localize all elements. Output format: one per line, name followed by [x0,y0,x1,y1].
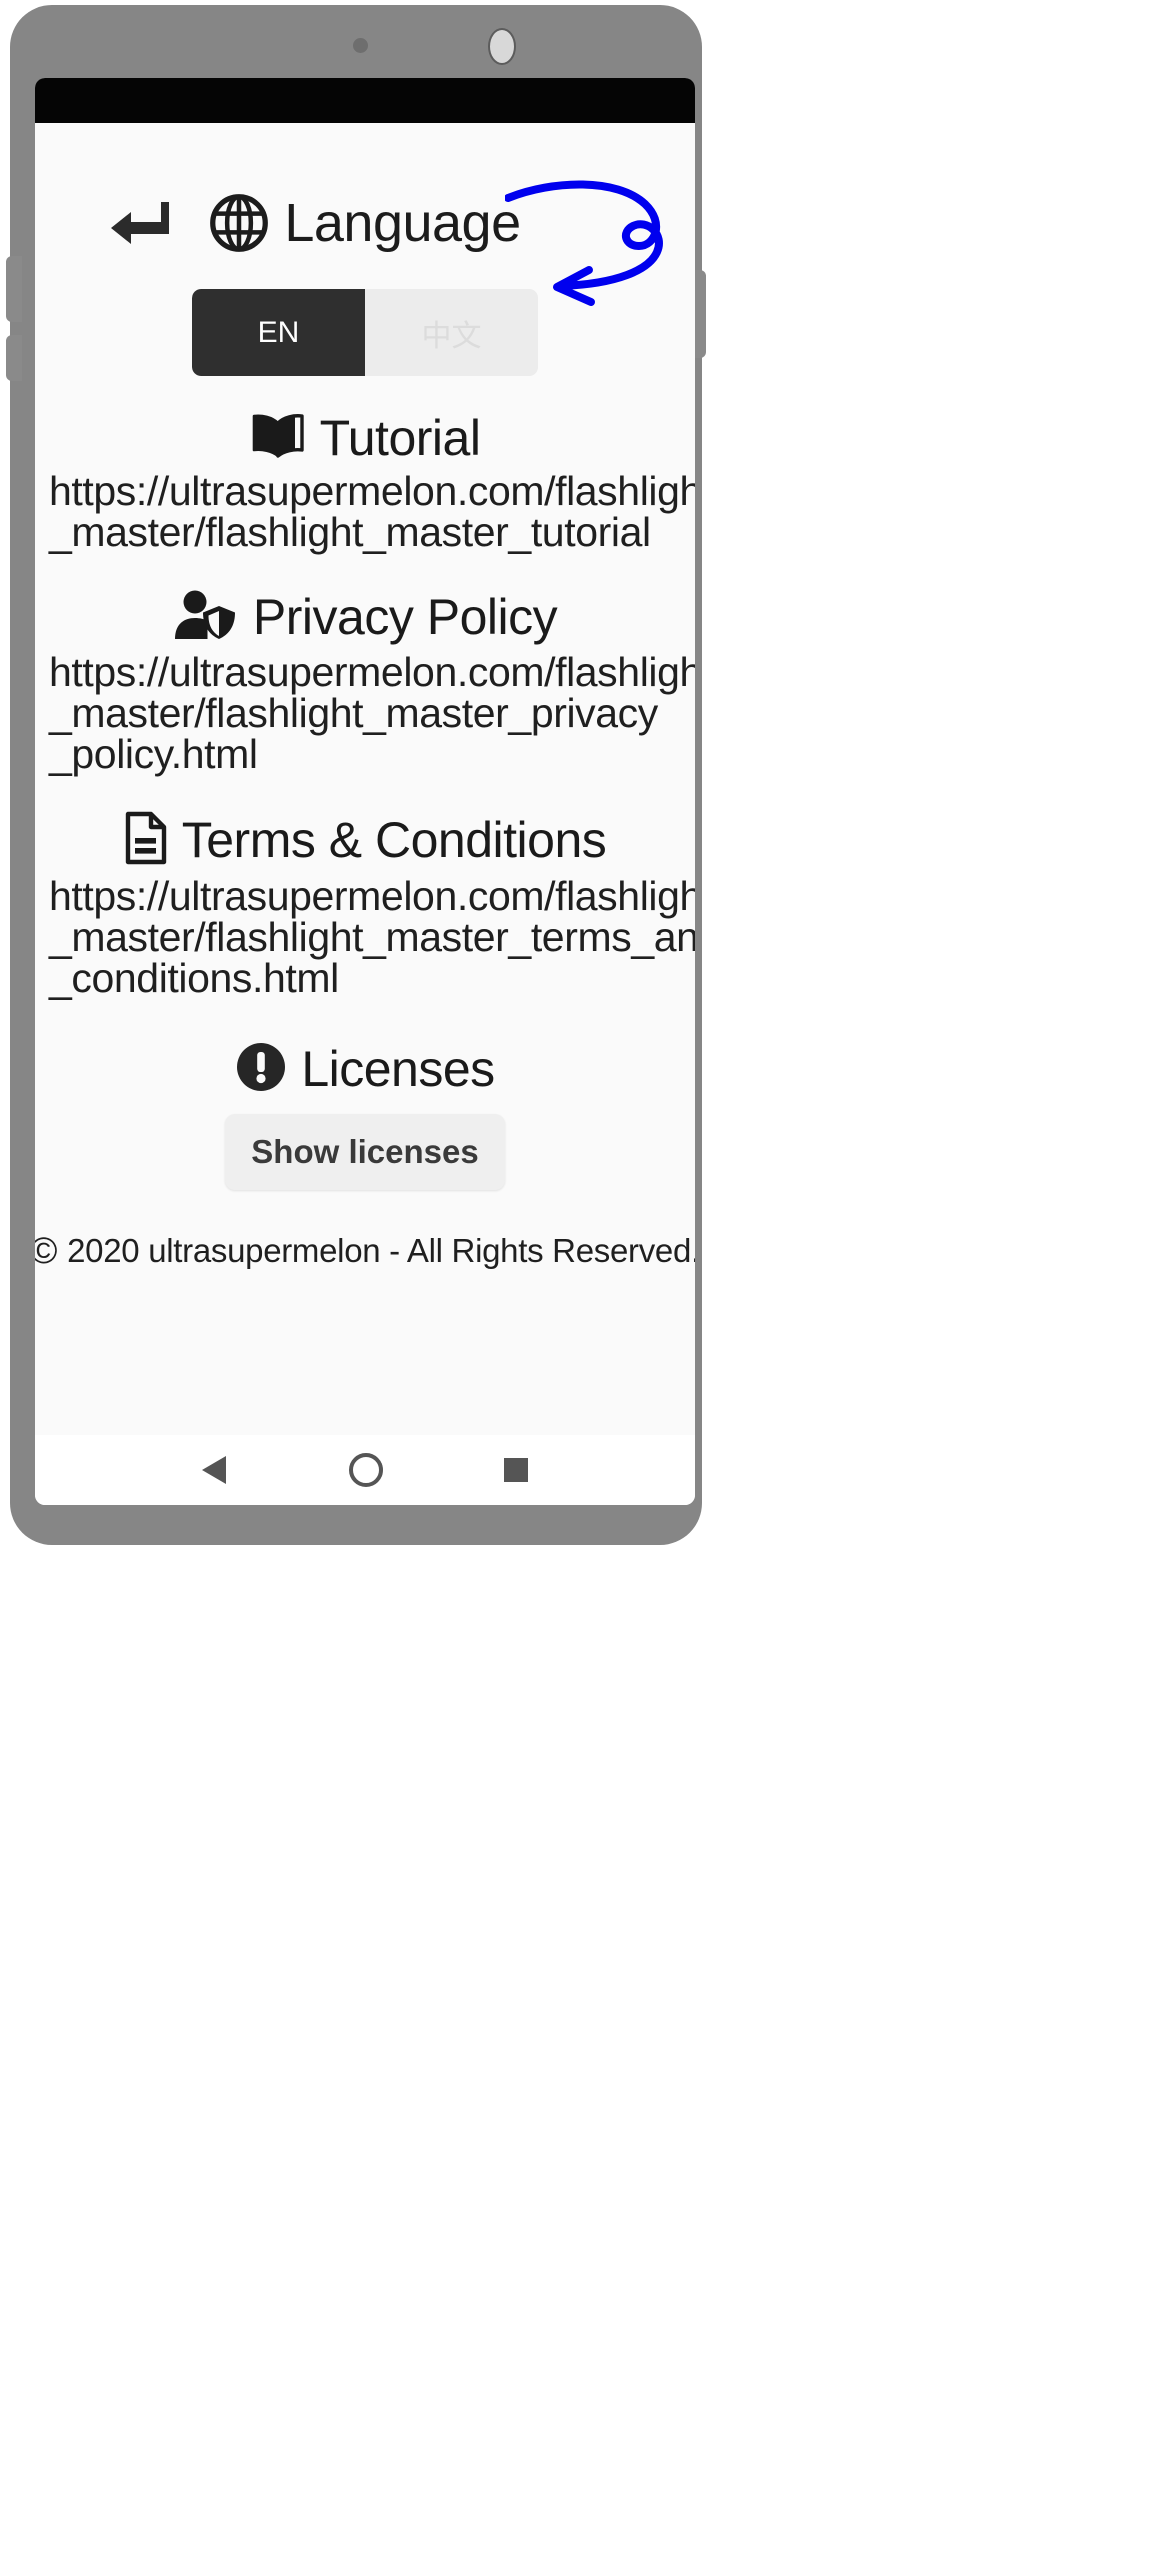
page-title: Language [284,193,521,253]
url-line: _master/flashlight_master_tutorial [49,508,651,555]
section-terms-conditions: Terms & Conditions https://ultrasupermel… [35,811,695,999]
language-option-zh-label: 中文 [421,319,482,353]
url-line: https://ultrasupermelon.com/flashlight [49,872,695,919]
url-line: _conditions.html [49,954,339,1001]
section-tutorial-title: Tutorial [319,410,481,466]
app-header: Language [35,181,695,265]
language-option-zh[interactable]: 中文 [365,289,538,376]
document-icon [124,811,168,870]
triangle-back-icon[interactable] [200,1454,230,1486]
url-line: _master/flashlight_master_privacy [49,689,658,736]
section-privacy-policy-header: Privacy Policy [35,589,695,646]
back-arrow-icon[interactable] [105,187,177,253]
proximity-sensor [353,38,368,53]
app-content: Language EN 中文 Tutorial https://ultrasup… [35,123,695,1435]
globe-icon [209,193,269,253]
volume-up-button[interactable] [6,256,22,322]
section-licenses-header: Licenses [35,1041,695,1098]
section-privacy-policy: Privacy Policy https://ultrasupermelon.c… [35,589,695,775]
android-nav-bar [35,1435,695,1505]
exclamation-circle-icon [235,1041,287,1098]
language-toggle[interactable]: EN 中文 [192,289,538,376]
front-camera [488,28,516,65]
show-licenses-button[interactable]: Show licenses [225,1113,505,1190]
language-option-en[interactable]: EN [192,289,365,376]
section-terms-conditions-header: Terms & Conditions [35,811,695,870]
section-tutorial-header: Tutorial [35,412,695,465]
status-bar [35,78,695,123]
square-recents-icon[interactable] [502,1456,530,1484]
screenshot-root: Language EN 中文 Tutorial https://ultrasup… [0,0,1150,2564]
language-option-en-label: EN [257,315,300,349]
url-line: https://ultrasupermelon.com/flashlight [49,648,695,695]
section-licenses-title: Licenses [301,1040,495,1097]
section-terms-conditions-url[interactable]: https://ultrasupermelon.com/flashlight _… [49,872,695,1001]
copyright-symbol: © [35,1230,58,1271]
section-licenses: Licenses Show licenses [35,1041,695,1190]
copyright-text: 2020 ultrasupermelon - All Rights Reserv… [67,1231,695,1269]
section-privacy-policy-url[interactable]: https://ultrasupermelon.com/flashlight _… [49,648,695,777]
section-privacy-policy-title: Privacy Policy [252,588,558,645]
url-line: _master/flashlight_master_terms_and [49,913,695,960]
section-terms-conditions-title: Terms & Conditions [181,811,607,868]
person-shield-icon [173,589,239,646]
show-licenses-row: Show licenses [35,1113,695,1190]
copyright-line: © 2020 ultrasupermelon - All Rights Rese… [35,1232,695,1270]
open-book-icon [250,413,306,464]
url-line: https://ultrasupermelon.com/flashlight [49,467,695,514]
section-tutorial: Tutorial https://ultrasupermelon.com/fla… [35,412,695,553]
url-line: _policy.html [49,730,258,777]
phone-screen: Language EN 中文 Tutorial https://ultrasup… [35,78,695,1505]
phone-body: Language EN 中文 Tutorial https://ultrasup… [6,5,706,1545]
page-title-group: Language [209,193,521,253]
volume-down-button[interactable] [6,335,22,381]
circle-home-icon[interactable] [348,1452,384,1488]
section-tutorial-url[interactable]: https://ultrasupermelon.com/flashlight _… [49,467,695,555]
